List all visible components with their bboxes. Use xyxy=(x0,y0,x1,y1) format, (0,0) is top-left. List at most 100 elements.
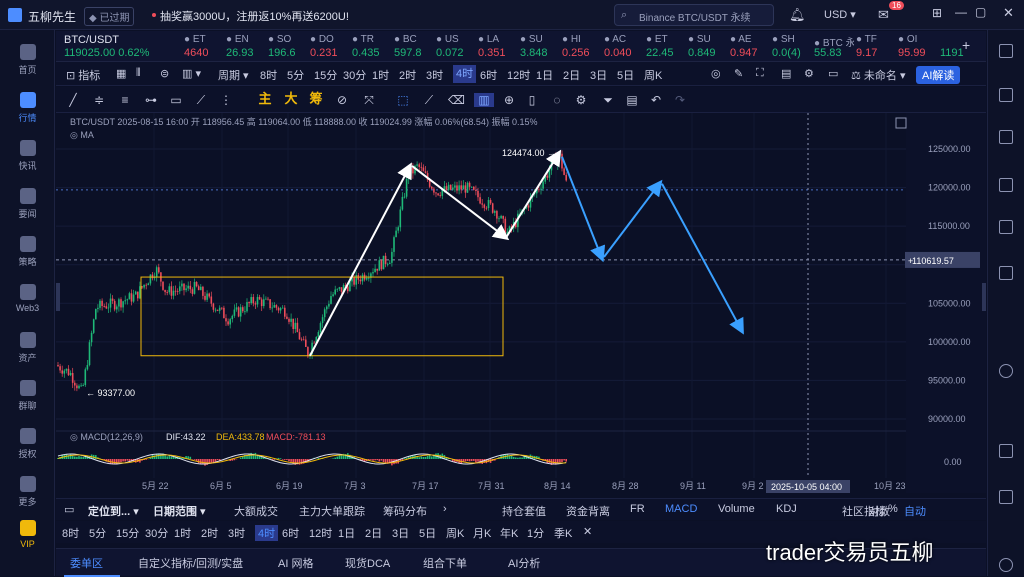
bottom-interval-5分[interactable]: 5分 xyxy=(89,525,106,541)
bottom-interval-1分[interactable]: 1分 xyxy=(527,525,544,541)
auto-scale-toggle[interactable]: 自动 xyxy=(904,503,926,519)
left-scroll-handle[interactable] xyxy=(56,283,60,311)
tab-0[interactable]: 委单区 xyxy=(70,555,103,571)
interval-1时[interactable]: 1时 xyxy=(372,67,389,83)
horizontal-line-icon[interactable]: ≑ xyxy=(92,93,106,107)
ray-icon[interactable]: ⊶ xyxy=(144,93,158,107)
list-icon[interactable] xyxy=(999,130,1013,144)
candle-type-icon[interactable]: ⫴ xyxy=(136,67,141,80)
visibility-icon[interactable]: ◌ xyxy=(550,93,564,107)
right-scroll-handle[interactable] xyxy=(982,283,986,311)
ticker-item[interactable]: ● BTC 永55.83 xyxy=(814,34,854,59)
select-icon[interactable]: ⬚ xyxy=(396,93,410,107)
orderbook-icon[interactable] xyxy=(999,88,1013,102)
interval-3时[interactable]: 3时 xyxy=(426,67,443,83)
ticker-item[interactable]: ● ET22.45 xyxy=(646,34,686,59)
currency-select[interactable]: USD ▾ xyxy=(824,8,856,21)
indicator-button[interactable]: ⊡ 指标 xyxy=(66,67,100,83)
bottom-interval-年K[interactable]: 年K xyxy=(500,525,518,541)
mail-icon[interactable]: ✉ xyxy=(878,7,889,23)
trendline-icon[interactable]: ╱ xyxy=(66,93,80,107)
bell-icon[interactable]: 🔔︎ xyxy=(789,7,806,23)
nav-vip[interactable]: VIP xyxy=(0,520,55,549)
interval-5分[interactable]: 5分 xyxy=(287,67,304,83)
ticker-item[interactable]: ● SU3.848 xyxy=(520,34,560,59)
nav-assets[interactable]: 资产 xyxy=(0,332,55,364)
ticker-item[interactable]: 1191 xyxy=(940,34,980,59)
interval-2日[interactable]: 2日 xyxy=(563,67,580,83)
bottom-interval-3日[interactable]: 3日 xyxy=(392,525,409,541)
tab-2[interactable]: AI 网格 xyxy=(278,555,313,571)
fullscreen-icon[interactable]: ⛶ xyxy=(756,67,764,80)
ticker-item[interactable]: ● US0.072 xyxy=(436,34,476,59)
more-tools-icon[interactable]: ⋮ xyxy=(219,93,233,107)
parallel-lines-icon[interactable]: ≡ xyxy=(118,93,132,107)
lock-icon[interactable]: ⊕ xyxy=(502,93,516,107)
pen-icon[interactable]: ✎ xyxy=(734,67,743,80)
position-hedge-tab[interactable]: 持仓套值 xyxy=(502,503,546,519)
tab-1[interactable]: 自定义指标/回测/实盘 xyxy=(138,555,243,571)
big-order-button[interactable]: 大 xyxy=(284,92,298,106)
interval-4时[interactable]: 4时 xyxy=(453,65,476,83)
bottom-interval-12时[interactable]: 12时 xyxy=(309,525,332,541)
ticker-item[interactable]: ● BC597.8 xyxy=(394,34,434,59)
close-interval-icon[interactable]: ✕ xyxy=(583,525,592,538)
ticker-item[interactable]: ● TR0.435 xyxy=(352,34,392,59)
trend-icon[interactable] xyxy=(999,178,1013,192)
chart-style-icon[interactable]: ▥ ▾ xyxy=(182,67,201,80)
bottom-interval-月K[interactable]: 月K xyxy=(473,525,491,541)
fr-tab[interactable]: FR xyxy=(630,503,645,515)
trash-icon[interactable]: ▯ xyxy=(525,93,539,107)
promo-text[interactable]: 抽奖赢3000U，注册返10%再送6200U! xyxy=(160,8,349,24)
ai-button[interactable]: AI解读 xyxy=(916,66,960,84)
magnet-icon[interactable]: ▥ xyxy=(474,93,494,107)
ticker-item[interactable]: ● EN26.93 xyxy=(226,34,266,59)
main-force-tracking-toggle[interactable]: 主力大单跟踪 xyxy=(299,503,365,519)
nav-news-flash[interactable]: 快讯 xyxy=(0,140,55,172)
nav-news[interactable]: 要闻 xyxy=(0,188,55,220)
search-input[interactable]: Binance BTC/USDT 永续 xyxy=(639,9,751,24)
measure-icon[interactable]: ⟋ xyxy=(422,93,436,107)
save-icon[interactable]: ▤ xyxy=(781,67,791,80)
interval-2时[interactable]: 2时 xyxy=(399,67,416,83)
undo-icon[interactable]: ↶ xyxy=(649,93,663,107)
ruler-icon[interactable] xyxy=(999,490,1013,504)
layout-dropdown[interactable]: ⚖ 未命名 ▾ xyxy=(851,67,906,83)
interval-8时[interactable]: 8时 xyxy=(260,67,277,83)
settings-tool-icon[interactable]: ⚙ xyxy=(574,93,588,107)
nav-web3[interactable]: Web3 xyxy=(0,284,55,313)
ticker-item[interactable]: ● SH0.0(4) xyxy=(772,34,812,59)
ticker-item[interactable]: ● OI95.99 xyxy=(898,34,938,59)
brush-icon[interactable]: ⟋ xyxy=(194,93,208,107)
clipboard-icon[interactable]: ▤ xyxy=(625,93,639,107)
chip-distribution-toggle[interactable]: 筹码分布 xyxy=(383,503,427,519)
ma-label[interactable]: ◎ MA xyxy=(70,130,94,140)
maximize-icon[interactable]: ▢ xyxy=(975,5,986,19)
sync-icon[interactable] xyxy=(999,364,1013,378)
interval-12时[interactable]: 12时 xyxy=(507,67,530,83)
bottom-interval-5日[interactable]: 5日 xyxy=(419,525,436,541)
fund-divergence-tab[interactable]: 资金背离 xyxy=(566,503,610,519)
tab-5[interactable]: AI分析 xyxy=(508,555,540,571)
chips-button[interactable]: 筹 xyxy=(309,92,323,106)
locate-button[interactable]: 定位到... ▾ xyxy=(88,503,139,519)
settings-icon[interactable]: ⚙ xyxy=(804,67,814,80)
search-box[interactable]: ⌕ Binance BTC/USDT 永续 xyxy=(614,4,774,26)
nav-authorize[interactable]: 授权 xyxy=(0,428,55,460)
bottom-interval-1日[interactable]: 1日 xyxy=(338,525,355,541)
redo-icon[interactable]: ↷ xyxy=(673,93,687,107)
percent-toggle[interactable]: % xyxy=(888,503,898,515)
layout-icon[interactable] xyxy=(999,44,1013,58)
bottom-interval-8时[interactable]: 8时 xyxy=(62,525,79,541)
log-scale-toggle[interactable]: 对数 xyxy=(868,503,890,519)
kdj-tab[interactable]: KDJ xyxy=(776,503,797,515)
large-trades-toggle[interactable]: 大额成交 xyxy=(234,503,278,519)
more-indicators-icon[interactable]: › xyxy=(443,503,447,515)
settings-icon[interactable] xyxy=(999,558,1013,572)
ticker-item[interactable]: ● SU0.849 xyxy=(688,34,728,59)
add-price-alert-icon[interactable]: + xyxy=(908,256,913,266)
interval-30分[interactable]: 30分 xyxy=(343,67,366,83)
bottom-interval-30分[interactable]: 30分 xyxy=(145,525,168,541)
collapse-icon[interactable]: ▭ xyxy=(64,503,74,516)
chart-canvas[interactable]: 125000.00120000.00115000.00110000.001050… xyxy=(56,113,986,493)
